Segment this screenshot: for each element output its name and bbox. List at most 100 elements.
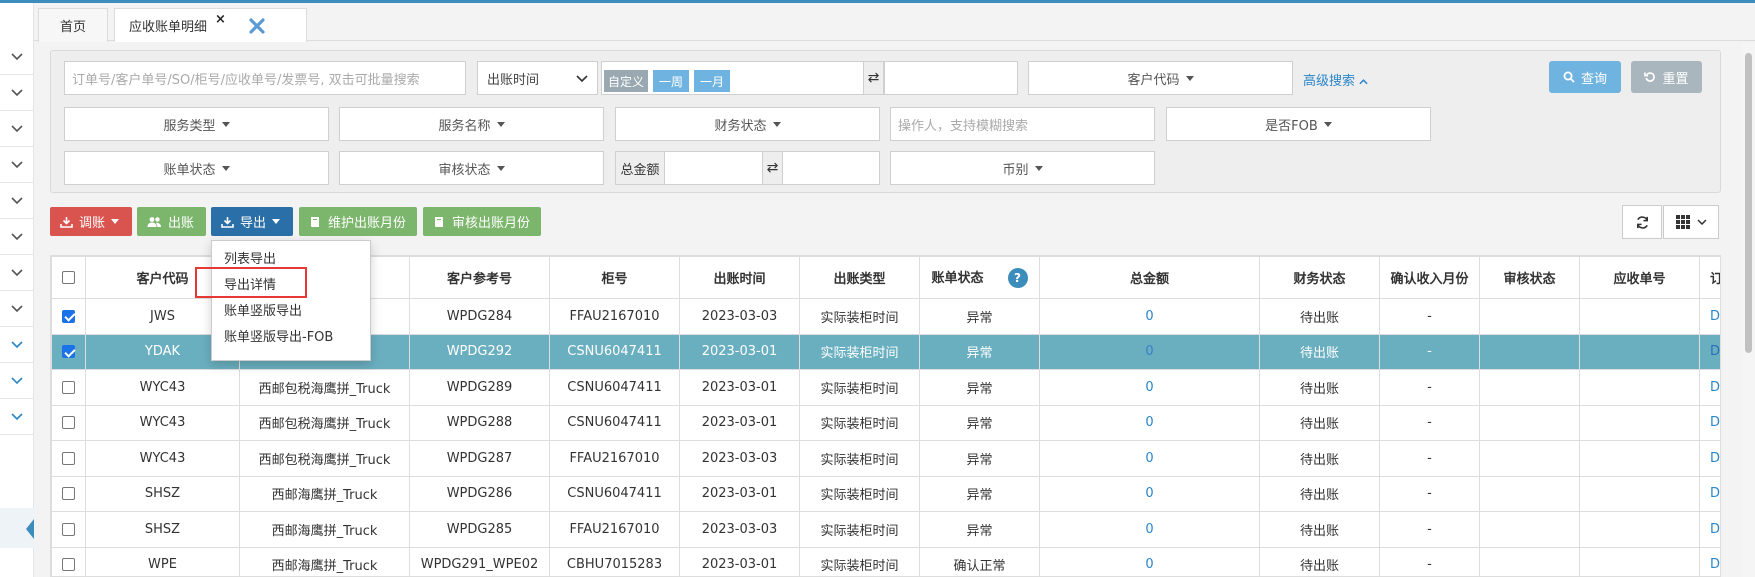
amount-min-field[interactable] xyxy=(664,151,763,185)
row-checkbox[interactable] xyxy=(51,511,86,548)
service-name-select[interactable]: 服务名称 xyxy=(339,107,604,141)
finance-status-select[interactable]: 财务状态 xyxy=(615,107,880,141)
date-end-field[interactable] xyxy=(884,61,1018,95)
sidebar-row[interactable] xyxy=(0,255,34,291)
table-cell[interactable]: 0 xyxy=(1039,511,1260,548)
menu-item-vertical-export-fob[interactable]: 账单竖版导出-FOB xyxy=(212,325,370,351)
sidebar-row[interactable] xyxy=(0,147,34,183)
sidebar-row[interactable] xyxy=(0,363,34,399)
tab-home[interactable]: 首页 xyxy=(38,8,108,42)
col-header[interactable]: 柜号 xyxy=(549,256,680,299)
sidebar-row[interactable] xyxy=(0,75,34,111)
table-cell[interactable]: DC230 xyxy=(1699,440,1720,477)
column-toggle-button[interactable] xyxy=(1663,205,1719,239)
table-row[interactable]: WYC43 西邮包税海鹰拼_Truck WPDG287 FFAU2167010 2023… xyxy=(51,440,1720,477)
checkbox[interactable] xyxy=(62,522,75,536)
menu-item-vertical-export[interactable]: 账单竖版导出 xyxy=(212,299,370,325)
help-icon[interactable]: ? xyxy=(1007,268,1028,289)
date-type-select[interactable]: 出账时间 xyxy=(477,61,598,95)
col-header[interactable]: 应收单号 xyxy=(1579,256,1700,299)
sidebar-row[interactable] xyxy=(0,219,34,255)
table-row[interactable]: SHSZ 西邮海鹰拼_Truck WPDG285 FFAU2167010 2023-03… xyxy=(51,511,1720,548)
row-checkbox[interactable] xyxy=(51,546,86,576)
checkbox[interactable] xyxy=(62,416,75,430)
caret-down-icon xyxy=(1034,165,1043,171)
table-cell[interactable]: DC230 xyxy=(1699,298,1720,335)
bill-status-select[interactable]: 账单状态 xyxy=(64,151,329,185)
keyword-search-input[interactable]: 订单号/客户单号/SO/柜号/应收单号/发票号, 双击可批量搜索 xyxy=(64,61,466,95)
checkbox[interactable] xyxy=(62,380,75,394)
sidebar-row[interactable] xyxy=(0,327,34,363)
table-cell[interactable]: 0 xyxy=(1039,298,1260,335)
table-cell[interactable]: DC230 xyxy=(1699,511,1720,548)
table-cell[interactable]: 0 xyxy=(1039,369,1260,406)
row-checkbox[interactable] xyxy=(51,298,86,335)
sidebar-row[interactable] xyxy=(0,399,34,435)
table-row[interactable]: WYC43 西邮包税海鹰拼_Truck WPDG288 CSNU6047411 2023… xyxy=(51,404,1720,441)
col-header[interactable]: 审核状态 xyxy=(1479,256,1580,299)
row-checkbox[interactable] xyxy=(51,475,86,512)
sidebar-row[interactable] xyxy=(0,291,34,327)
select-all-checkbox[interactable] xyxy=(51,256,86,299)
table-row[interactable]: SHSZ 西邮海鹰拼_Truck WPDG286 CSNU6047411 2023-03… xyxy=(51,475,1720,512)
checkbox[interactable] xyxy=(62,451,75,465)
table-cell[interactable]: DC230 xyxy=(1699,404,1720,441)
col-header-bill-status[interactable]: 账单状态? xyxy=(919,256,1040,299)
table-cell[interactable]: 0 xyxy=(1039,475,1260,512)
range-custom-button[interactable]: 自定义 xyxy=(604,70,648,92)
row-checkbox[interactable] xyxy=(51,404,86,441)
export-button[interactable]: 导出 xyxy=(211,207,293,236)
currency-select[interactable]: 币别 xyxy=(890,151,1155,185)
adjust-button[interactable]: 调账 xyxy=(50,207,132,236)
bill-out-button[interactable]: 出账 xyxy=(137,207,206,236)
table-cell[interactable]: 0 xyxy=(1039,404,1260,441)
col-header[interactable]: 出账时间 xyxy=(679,256,800,299)
row-checkbox[interactable] xyxy=(51,369,86,406)
sidebar-row[interactable] xyxy=(0,111,34,147)
col-header[interactable]: 出账类型 xyxy=(799,256,920,299)
service-type-select[interactable]: 服务类型 xyxy=(64,107,329,141)
audit-status-select[interactable]: 审核状态 xyxy=(339,151,604,185)
table-cell[interactable]: 0 xyxy=(1039,333,1260,370)
close-all-icon[interactable] xyxy=(247,16,267,36)
range-month-button[interactable]: 一月 xyxy=(694,70,730,92)
checkbox[interactable] xyxy=(62,558,75,572)
table-cell[interactable]: 0 xyxy=(1039,546,1260,576)
col-header[interactable]: 客户参考号 xyxy=(409,256,550,299)
table-cell[interactable]: DC230 xyxy=(1699,369,1720,406)
is-fob-select[interactable]: 是否FOB xyxy=(1166,107,1431,141)
table-row[interactable]: WPE 西邮海鹰拼_Truck WPDG291_WPE02 CBHU7015283 20… xyxy=(51,546,1720,576)
audit-month-button[interactable]: 审核出账月份 xyxy=(423,207,541,236)
table-cell[interactable]: DC230 xyxy=(1699,333,1720,370)
row-checkbox[interactable] xyxy=(51,333,86,370)
checkbox[interactable] xyxy=(62,487,75,501)
range-week-button[interactable]: 一周 xyxy=(653,70,689,92)
col-header[interactable]: 财务状态 xyxy=(1259,256,1380,299)
row-checkbox[interactable] xyxy=(51,440,86,477)
col-header[interactable]: 订 xyxy=(1699,256,1720,299)
advanced-search-link[interactable]: 高级搜索 xyxy=(1303,70,1368,89)
maintain-month-button[interactable]: 维护出账月份 xyxy=(299,207,417,236)
customer-code-select[interactable]: 客户代码 xyxy=(1028,61,1293,95)
page-scrollbar[interactable] xyxy=(1742,43,1755,577)
sidebar-row[interactable] xyxy=(0,39,34,75)
swap-icon[interactable]: ⇄ xyxy=(762,151,783,185)
sidebar-row[interactable] xyxy=(0,183,34,219)
col-header[interactable]: 确认收入月份 xyxy=(1379,256,1480,299)
tab-receivable-bill-detail[interactable]: 应收账单明细 × xyxy=(114,8,307,42)
query-button[interactable]: 查询 xyxy=(1549,61,1621,93)
swap-icon[interactable]: ⇄ xyxy=(863,61,884,95)
reset-button[interactable]: 重置 xyxy=(1631,61,1702,93)
table-cell[interactable]: DC230 xyxy=(1699,475,1720,512)
checkbox[interactable] xyxy=(62,309,75,323)
checkbox[interactable] xyxy=(62,345,75,359)
scrollbar-thumb[interactable] xyxy=(1745,53,1752,353)
col-header[interactable]: 总金额 xyxy=(1039,256,1260,299)
refresh-button[interactable] xyxy=(1622,205,1662,239)
close-icon[interactable]: × xyxy=(215,12,226,27)
operator-input[interactable]: 操作人，支持模糊搜索 xyxy=(890,107,1155,141)
table-cell[interactable]: DC230 xyxy=(1699,546,1720,576)
table-cell[interactable]: 0 xyxy=(1039,440,1260,477)
amount-max-field[interactable] xyxy=(782,151,880,185)
table-row[interactable]: WYC43 西邮包税海鹰拼_Truck WPDG289 CSNU6047411 2023… xyxy=(51,369,1720,406)
